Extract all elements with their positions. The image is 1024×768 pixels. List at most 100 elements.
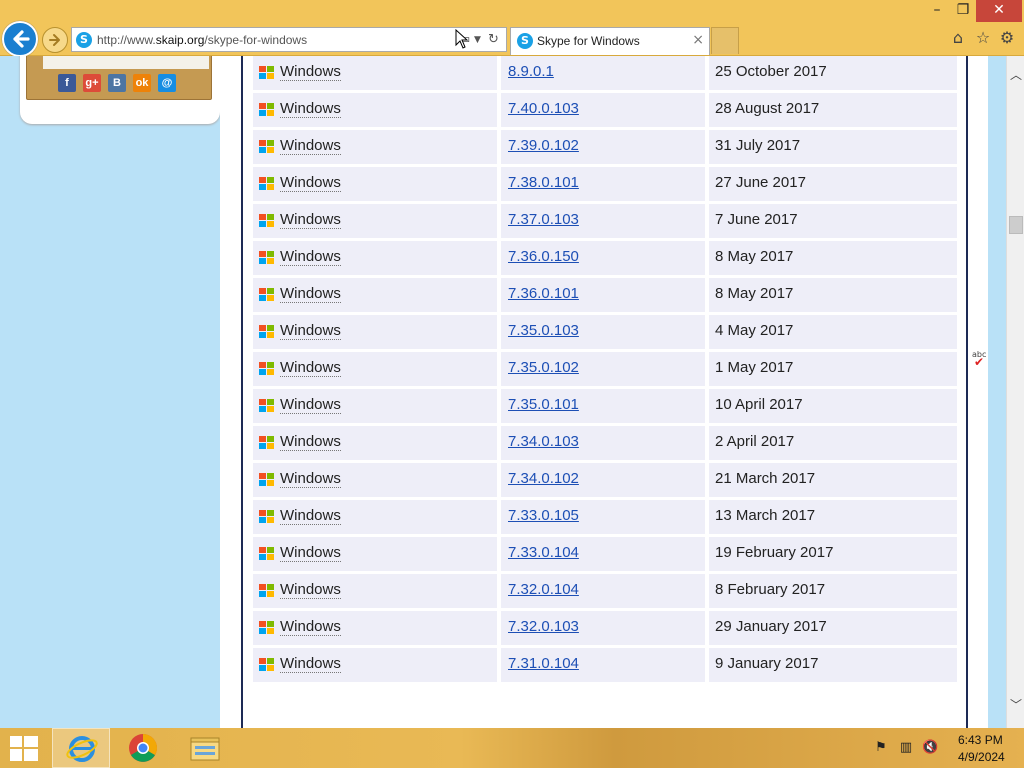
- os-name[interactable]: Windows: [280, 138, 341, 155]
- version-cell: 7.31.0.104: [501, 648, 705, 682]
- os-name[interactable]: Windows: [280, 212, 341, 229]
- tab-skype-for-windows[interactable]: S Skype for Windows ×: [510, 27, 710, 55]
- table-row: Windows 7.33.0.105 13 March 2017: [253, 500, 959, 534]
- scroll-up-arrow-icon[interactable]: ︿: [1007, 66, 1024, 84]
- version-link[interactable]: 7.32.0.103: [508, 619, 579, 635]
- scroll-down-arrow-icon[interactable]: ﹀: [1007, 696, 1024, 714]
- version-link[interactable]: 7.33.0.104: [508, 545, 579, 561]
- address-bar[interactable]: S http://www.skaip.org/skype-for-windows…: [71, 27, 507, 52]
- windows-logo-icon: [259, 214, 274, 228]
- browser-chrome: S http://www.skaip.org/skype-for-windows…: [0, 0, 1024, 57]
- release-date: 2 April 2017: [715, 433, 795, 450]
- back-button[interactable]: [2, 21, 38, 57]
- os-name[interactable]: Windows: [280, 397, 341, 414]
- new-tab-button[interactable]: [711, 27, 739, 54]
- windows-logo-icon: [259, 510, 274, 524]
- favorites-star-icon[interactable]: ☆: [973, 28, 993, 48]
- home-icon[interactable]: ⌂: [948, 28, 968, 48]
- version-link[interactable]: 7.36.0.101: [508, 286, 579, 302]
- vertical-scrollbar[interactable]: ︿ ﹀: [1006, 56, 1024, 728]
- folder-icon: [190, 737, 220, 761]
- version-link[interactable]: 7.34.0.102: [508, 471, 579, 487]
- taskbar-chrome[interactable]: [114, 728, 172, 768]
- scroll-thumb[interactable]: [1009, 216, 1023, 234]
- version-link[interactable]: 7.34.0.103: [508, 434, 579, 450]
- os-cell: Windows: [253, 389, 497, 423]
- spellcheck-icon[interactable]: abc ✔: [972, 350, 986, 369]
- tab-close-icon[interactable]: ×: [692, 32, 704, 48]
- facebook-icon[interactable]: f: [58, 74, 76, 92]
- os-name[interactable]: Windows: [280, 286, 341, 303]
- windows-logo-icon: [259, 436, 274, 450]
- windows-start-icon[interactable]: [10, 736, 38, 762]
- odnoklassniki-icon[interactable]: ok: [133, 74, 151, 92]
- refresh-icon[interactable]: ↻: [488, 31, 499, 49]
- restore-button[interactable]: ❐: [950, 0, 976, 22]
- version-cell: 7.34.0.102: [501, 463, 705, 497]
- os-name[interactable]: Windows: [280, 323, 341, 340]
- table-row: Windows 7.35.0.103 4 May 2017: [253, 315, 959, 349]
- date-cell: 8 May 2017: [709, 241, 957, 275]
- release-date: 8 February 2017: [715, 581, 826, 598]
- os-name[interactable]: Windows: [280, 619, 341, 636]
- url-text[interactable]: http://www.skaip.org/skype-for-windows: [97, 33, 307, 47]
- url-domain: skaip.org: [155, 33, 205, 47]
- version-link[interactable]: 7.35.0.102: [508, 360, 579, 376]
- clock-time[interactable]: 6:43 PM: [958, 733, 1003, 747]
- release-date: 9 January 2017: [715, 655, 819, 672]
- version-link[interactable]: 7.32.0.104: [508, 582, 579, 598]
- gear-icon[interactable]: ⚙: [997, 28, 1017, 48]
- os-cell: Windows: [253, 537, 497, 571]
- os-cell: Windows: [253, 611, 497, 645]
- os-name[interactable]: Windows: [280, 508, 341, 525]
- version-link[interactable]: 7.31.0.104: [508, 656, 579, 672]
- volume-muted-icon[interactable]: 🔇: [922, 740, 938, 756]
- version-link[interactable]: 8.9.0.1: [508, 64, 554, 80]
- release-date: 29 January 2017: [715, 618, 827, 635]
- mail-icon[interactable]: @: [158, 74, 176, 92]
- version-cell: 8.9.0.1: [501, 56, 705, 90]
- minimize-button[interactable]: –: [924, 0, 950, 22]
- version-link[interactable]: 7.38.0.101: [508, 175, 579, 191]
- google-plus-icon[interactable]: g+: [83, 74, 101, 92]
- date-cell: 28 August 2017: [709, 93, 957, 127]
- forward-button[interactable]: [42, 27, 68, 53]
- os-name[interactable]: Windows: [280, 471, 341, 488]
- os-name[interactable]: Windows: [280, 175, 341, 192]
- os-name[interactable]: Windows: [280, 249, 341, 266]
- os-name[interactable]: Windows: [280, 360, 341, 377]
- taskbar-file-explorer[interactable]: [176, 728, 234, 768]
- taskbar-internet-explorer[interactable]: [52, 728, 110, 768]
- chrome-icon: [129, 734, 157, 762]
- os-name[interactable]: Windows: [280, 545, 341, 562]
- version-cell: 7.33.0.104: [501, 537, 705, 571]
- os-name[interactable]: Windows: [280, 656, 341, 673]
- table-row: Windows 7.39.0.102 31 July 2017: [253, 130, 959, 164]
- vk-icon[interactable]: B: [108, 74, 126, 92]
- version-cell: 7.36.0.150: [501, 241, 705, 275]
- os-name[interactable]: Windows: [280, 434, 341, 451]
- version-link[interactable]: 7.37.0.103: [508, 212, 579, 228]
- action-center-flag-icon[interactable]: ⚑: [873, 740, 889, 756]
- version-link[interactable]: 7.33.0.105: [508, 508, 579, 524]
- os-name[interactable]: Windows: [280, 101, 341, 118]
- version-link[interactable]: 7.35.0.103: [508, 323, 579, 339]
- windows-logo-icon: [259, 473, 274, 487]
- os-name[interactable]: Windows: [280, 582, 341, 599]
- version-link[interactable]: 7.36.0.150: [508, 249, 579, 265]
- version-cell: 7.40.0.103: [501, 93, 705, 127]
- release-date: 4 May 2017: [715, 322, 794, 339]
- os-cell: Windows: [253, 352, 497, 386]
- clock-date[interactable]: 4/9/2024: [958, 750, 1005, 764]
- skype-favicon-icon: S: [76, 32, 92, 48]
- release-date: 8 May 2017: [715, 248, 794, 265]
- dropdown-arrow-icon[interactable]: ▼: [474, 31, 481, 49]
- os-cell: Windows: [253, 278, 497, 312]
- os-name[interactable]: Windows: [280, 64, 341, 81]
- network-icon[interactable]: ▥: [898, 740, 914, 756]
- version-link[interactable]: 7.39.0.102: [508, 138, 579, 154]
- close-window-button[interactable]: ✕: [976, 0, 1022, 22]
- windows-logo-icon: [259, 325, 274, 339]
- version-link[interactable]: 7.40.0.103: [508, 101, 579, 117]
- version-link[interactable]: 7.35.0.101: [508, 397, 579, 413]
